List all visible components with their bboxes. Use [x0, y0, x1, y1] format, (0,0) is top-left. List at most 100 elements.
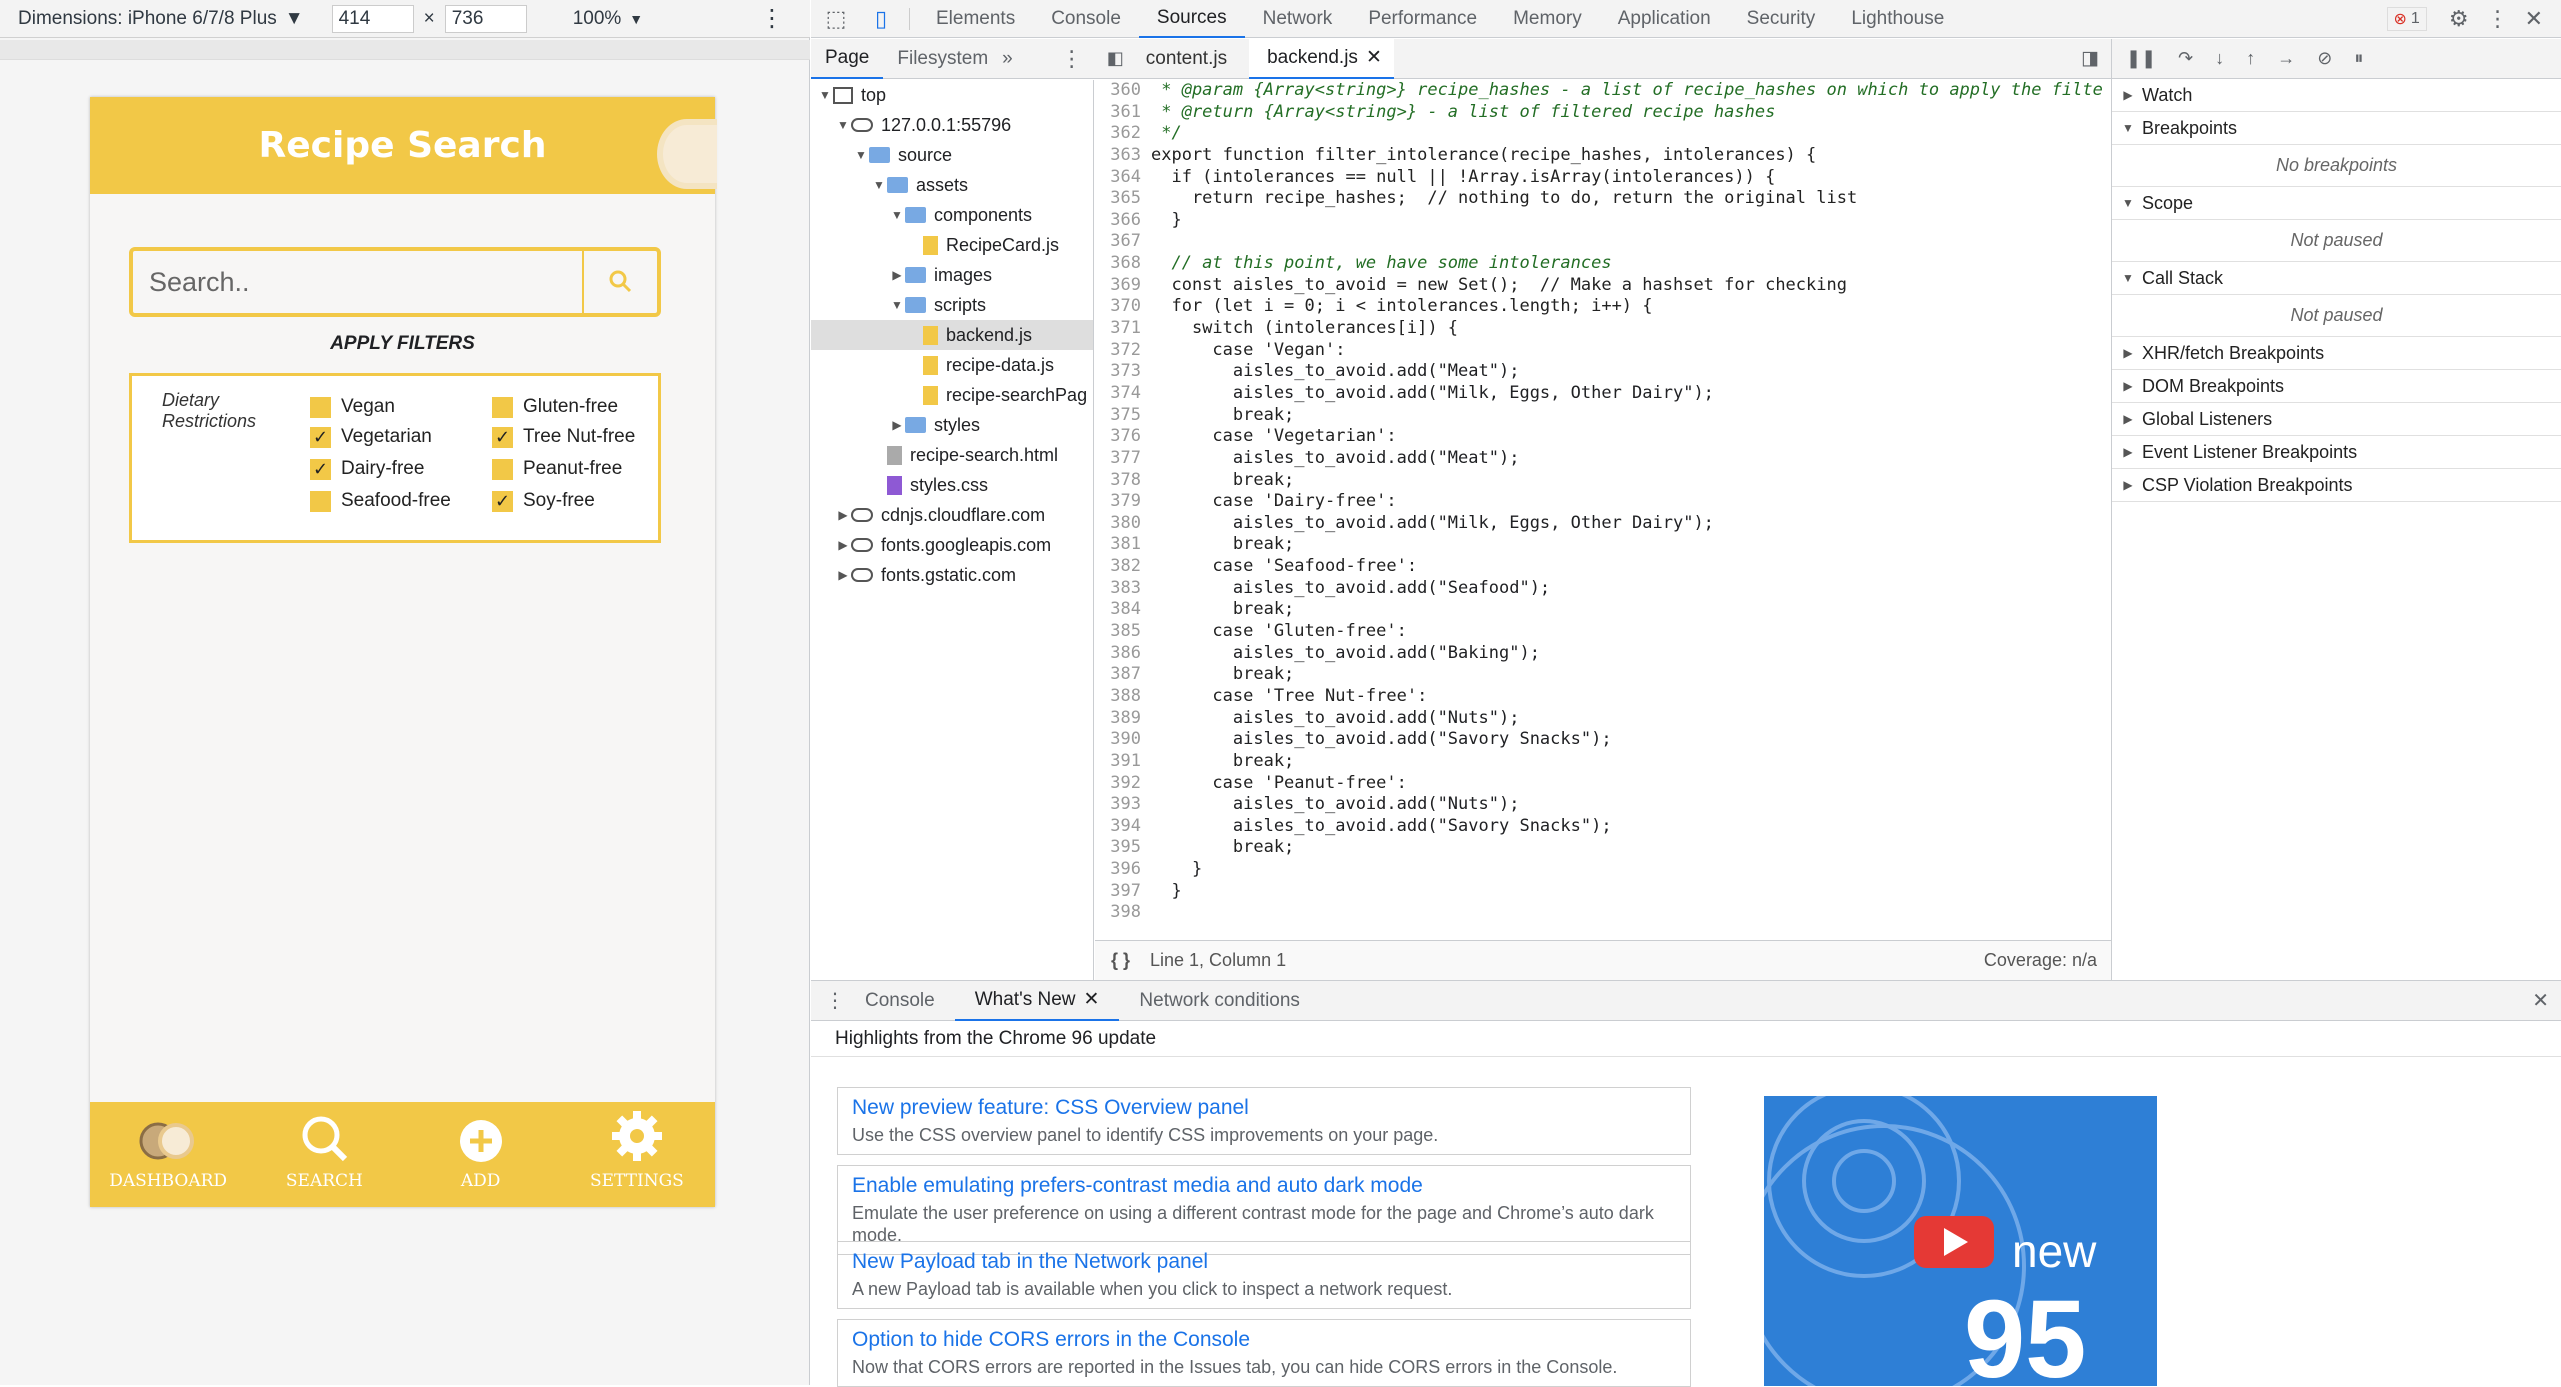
whats-new-card[interactable]: Option to hide CORS errors in the Consol… [837, 1319, 1691, 1387]
width-input[interactable]: 414 [331, 4, 414, 33]
toggle-debugger-icon[interactable]: ◨ [2081, 47, 2099, 70]
filter-checkbox-seafood-free[interactable]: Seafood-free [310, 490, 451, 512]
file-tab-content[interactable]: content.js [1124, 48, 1249, 70]
card-title[interactable]: New preview feature: CSS Overview panel [852, 1096, 1676, 1120]
release-video-thumbnail[interactable]: new 95 [1764, 1096, 2157, 1386]
tree-item[interactable]: ▶ cdnjs.cloudflare.com [811, 500, 1093, 530]
filter-checkbox-gluten-free[interactable]: Gluten-free [492, 396, 618, 418]
line-number[interactable]: 383 [1095, 578, 1151, 600]
tab-lighthouse[interactable]: Lighthouse [1833, 0, 1962, 38]
step-into-icon[interactable]: ↓ [2215, 48, 2224, 69]
pause-on-exceptions-icon[interactable]: ⏸ [2354, 48, 2363, 69]
pause-icon[interactable]: ❚❚ [2126, 48, 2156, 69]
watch-section[interactable]: ▶ Watch [2112, 79, 2561, 112]
tree-item[interactable]: ▼ 127.0.0.1:55796 [811, 110, 1093, 140]
line-number[interactable]: 373 [1095, 361, 1151, 383]
deactivate-breakpoints-icon[interactable]: ⊘ [2317, 48, 2332, 69]
tree-item[interactable]: ▼ assets [811, 170, 1093, 200]
search-nav-button[interactable]: SEARCH [246, 1102, 402, 1207]
tab-page[interactable]: Page [811, 39, 884, 79]
section-dom-breakpoints[interactable]: ▶ DOM Breakpoints [2112, 370, 2561, 403]
card-title[interactable]: Option to hide CORS errors in the Consol… [852, 1328, 1676, 1352]
pretty-print-icon[interactable]: { } [1111, 950, 1130, 971]
line-number[interactable]: 363 [1095, 145, 1151, 167]
line-number[interactable]: 382 [1095, 556, 1151, 578]
section-xhr-fetch-breakpoints[interactable]: ▶ XHR/fetch Breakpoints [2112, 337, 2561, 370]
line-number[interactable]: 380 [1095, 513, 1151, 535]
tree-item[interactable]: recipe-data.js [811, 350, 1093, 380]
line-number[interactable]: 377 [1095, 448, 1151, 470]
step-icon[interactable]: → [2277, 48, 2295, 69]
line-number[interactable]: 360 [1095, 80, 1151, 102]
dashboard-button[interactable]: DASHBOARD [90, 1102, 246, 1207]
code-editor[interactable]: 360 * @param {Array<string>} recipe_hash… [1095, 80, 2111, 940]
call-stack-section[interactable]: ▼ Call Stack [2112, 262, 2561, 295]
more-options-icon[interactable]: ⋮ [2487, 6, 2509, 32]
drawer-tab-console[interactable]: Console [845, 981, 955, 1021]
line-number[interactable]: 389 [1095, 708, 1151, 730]
tree-item[interactable]: ▼ source [811, 140, 1093, 170]
line-number[interactable]: 386 [1095, 643, 1151, 665]
line-number[interactable]: 369 [1095, 275, 1151, 297]
line-number[interactable]: 370 [1095, 296, 1151, 318]
tree-item[interactable]: recipe-searchPag [811, 380, 1093, 410]
tree-item[interactable]: backend.js [811, 320, 1093, 350]
filter-checkbox-peanut-free[interactable]: Peanut-free [492, 458, 622, 480]
line-number[interactable]: 393 [1095, 794, 1151, 816]
line-number[interactable]: 364 [1095, 167, 1151, 189]
line-number[interactable]: 390 [1095, 729, 1151, 751]
tab-console[interactable]: Console [1033, 0, 1139, 38]
line-number[interactable]: 379 [1095, 491, 1151, 513]
tree-item[interactable]: ▶ fonts.googleapis.com [811, 530, 1093, 560]
more-options-icon[interactable]: ⋮ [825, 988, 845, 1013]
line-number[interactable]: 384 [1095, 599, 1151, 621]
line-number[interactable]: 374 [1095, 383, 1151, 405]
line-number[interactable]: 375 [1095, 405, 1151, 427]
filter-checkbox-vegan[interactable]: Vegan [310, 396, 395, 418]
tree-item[interactable]: styles.css [811, 470, 1093, 500]
tab-performance[interactable]: Performance [1350, 0, 1495, 38]
dimensions-select[interactable]: Dimensions: iPhone 6/7/8 Plus [18, 8, 277, 30]
tab-filesystem[interactable]: Filesystem [883, 48, 1002, 70]
tab-security[interactable]: Security [1729, 0, 1834, 38]
line-number[interactable]: 366 [1095, 210, 1151, 232]
step-over-icon[interactable]: ↷ [2178, 48, 2193, 69]
drawer-tab-network-conditions[interactable]: Network conditions [1119, 981, 1320, 1021]
line-number[interactable]: 387 [1095, 664, 1151, 686]
card-title[interactable]: New Payload tab in the Network panel [852, 1250, 1676, 1274]
tree-item[interactable]: ▶ images [811, 260, 1093, 290]
tab-network[interactable]: Network [1245, 0, 1351, 38]
line-number[interactable]: 397 [1095, 881, 1151, 903]
toggle-navigator-icon[interactable]: ◧ [1107, 48, 1124, 69]
section-event-listener-breakpoints[interactable]: ▶ Event Listener Breakpoints [2112, 436, 2561, 469]
more-tabs-icon[interactable]: » [1002, 48, 1013, 70]
tree-item[interactable]: ▶ fonts.gstatic.com [811, 560, 1093, 590]
more-options-icon[interactable]: ⋮ [1061, 46, 1083, 72]
line-number[interactable]: 368 [1095, 253, 1151, 275]
line-number[interactable]: 367 [1095, 231, 1151, 253]
line-number[interactable]: 361 [1095, 102, 1151, 124]
line-number[interactable]: 372 [1095, 340, 1151, 362]
file-tab-backend[interactable]: backend.js ✕ [1249, 38, 1394, 79]
tree-item[interactable]: recipe-search.html [811, 440, 1093, 470]
apply-filters-button[interactable]: APPLY FILTERS [90, 333, 715, 355]
filter-checkbox-dairy-free[interactable]: ✓ Dairy-free [310, 458, 424, 480]
tree-item[interactable]: RecipeCard.js [811, 230, 1093, 260]
line-number[interactable]: 394 [1095, 816, 1151, 838]
filter-checkbox-vegetarian[interactable]: ✓ Vegetarian [310, 426, 432, 448]
line-number[interactable]: 392 [1095, 773, 1151, 795]
filter-checkbox-soy-free[interactable]: ✓ Soy-free [492, 490, 595, 512]
tab-application[interactable]: Application [1600, 0, 1729, 38]
line-number[interactable]: 362 [1095, 123, 1151, 145]
close-icon[interactable]: ✕ [2525, 6, 2543, 32]
device-dimensions[interactable]: Dimensions: iPhone 6/7/8 Plus ▼ [18, 8, 304, 30]
scope-section[interactable]: ▼ Scope [2112, 187, 2561, 220]
search-input[interactable]: Search.. [149, 267, 582, 298]
step-out-icon[interactable]: ↑ [2246, 48, 2255, 69]
line-number[interactable]: 381 [1095, 534, 1151, 556]
tree-item[interactable]: ▼ scripts [811, 290, 1093, 320]
search-button[interactable] [582, 251, 657, 313]
line-number[interactable]: 395 [1095, 837, 1151, 859]
add-button[interactable]: ADD [403, 1102, 559, 1207]
zoom-select[interactable]: 100% [573, 8, 622, 30]
